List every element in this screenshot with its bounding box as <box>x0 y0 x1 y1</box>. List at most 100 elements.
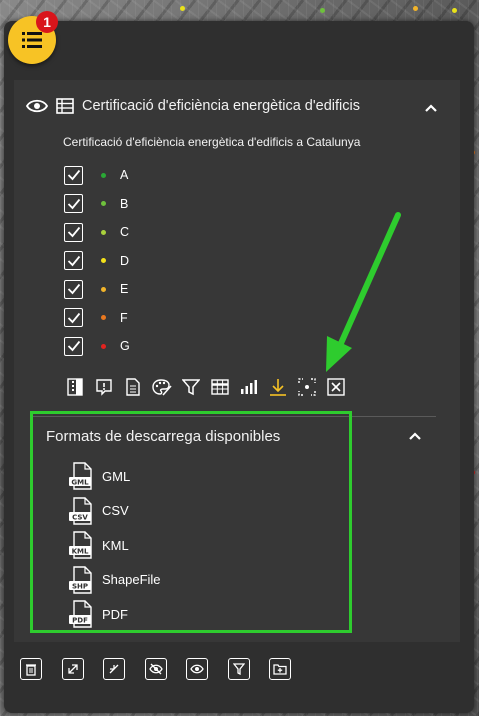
eye-icon <box>190 664 204 674</box>
legend-label: D <box>120 253 130 268</box>
format-name: PDF <box>102 606 128 622</box>
legend-checkbox[interactable] <box>64 308 83 327</box>
legend-color-dot <box>101 343 106 349</box>
legend-label: F <box>120 310 128 325</box>
visibility-eye-icon[interactable] <box>26 98 48 114</box>
delete-all-button[interactable] <box>20 658 42 680</box>
filter-icon <box>232 663 245 675</box>
legend-checkbox[interactable] <box>64 165 83 185</box>
file-tag: SHP <box>72 582 88 590</box>
legend-row: A <box>64 163 128 187</box>
hide-all-button[interactable] <box>144 658 167 680</box>
legend-color-dot <box>101 258 106 263</box>
legend-label: B <box>120 196 129 211</box>
show-all-button[interactable] <box>186 658 208 680</box>
file-gml-icon: GML <box>69 462 92 490</box>
chart-button[interactable] <box>234 374 263 400</box>
layer-header: Certificació d'eficiència energètica d'e… <box>26 98 360 114</box>
add-folder-button[interactable] <box>269 658 291 680</box>
legend-row: D <box>64 249 129 273</box>
format-name: CSV <box>102 503 129 518</box>
check-icon <box>67 312 80 323</box>
collapse-icon <box>109 664 119 674</box>
format-name: GML <box>102 468 131 484</box>
zoom-extent-icon <box>297 378 316 396</box>
legend-checkbox[interactable] <box>64 222 83 242</box>
legend-color-dot <box>101 229 106 235</box>
legend-checkbox[interactable] <box>64 251 83 270</box>
table-list-icon[interactable] <box>56 98 74 114</box>
legend-checkbox[interactable] <box>64 194 83 213</box>
file-kml-icon: KML <box>69 531 92 559</box>
legend-row: E <box>64 277 128 301</box>
table-button[interactable] <box>205 374 234 400</box>
download-format-item[interactable]: PDF PDF <box>68 600 128 628</box>
expand-all-button[interactable] <box>61 658 84 680</box>
bottom-toolbar <box>20 658 311 680</box>
file-tag: PDF <box>72 617 88 625</box>
list-icon <box>22 32 42 48</box>
download-format-item[interactable]: CSV CSV <box>68 496 129 525</box>
legend-color-dot <box>101 286 106 292</box>
layer-subtitle: Certificació d'eficiència energètica d'e… <box>63 135 361 149</box>
collapse-downloads-chevron-up-icon[interactable] <box>408 428 422 444</box>
legend-checkbox[interactable] <box>64 336 83 356</box>
document-button[interactable] <box>118 374 147 400</box>
legend-checkbox[interactable] <box>64 279 83 299</box>
file-pdf-icon: PDF <box>69 600 92 628</box>
legend-row: C <box>64 220 129 244</box>
download-format-item[interactable]: SHP ShapeFile <box>68 565 161 594</box>
zoom-extent-button[interactable] <box>292 374 321 400</box>
format-name: ShapeFile <box>102 572 161 587</box>
filter-all-button[interactable] <box>227 658 250 680</box>
file-tag: GML <box>71 479 89 487</box>
layer-toolbar <box>60 374 350 400</box>
download-format-item[interactable]: GML GML <box>68 462 130 490</box>
document-icon <box>125 378 141 396</box>
collapse-all-button[interactable] <box>103 658 125 680</box>
opacity-icon <box>66 378 83 396</box>
trash-icon <box>26 663 36 676</box>
legend-label: C <box>120 225 130 239</box>
download-icon <box>269 378 287 396</box>
folder-add-icon <box>273 664 287 675</box>
collapse-layer-chevron-up-icon[interactable] <box>424 100 438 116</box>
chart-icon <box>240 379 258 395</box>
check-icon <box>67 169 80 181</box>
palette-icon <box>151 378 172 396</box>
legend-color-dot <box>101 201 106 206</box>
format-name: KML <box>102 537 129 553</box>
download-formats-title: Formats de descarrega disponibles <box>46 428 281 445</box>
check-icon <box>67 198 80 209</box>
legend-color-dot <box>101 172 106 178</box>
close-button[interactable] <box>321 374 350 400</box>
map-point[interactable] <box>320 8 325 13</box>
table-icon <box>210 379 229 395</box>
download-format-item[interactable]: KML KML <box>68 531 129 559</box>
info-button[interactable] <box>89 374 118 400</box>
download-button[interactable] <box>263 374 292 400</box>
filter-icon <box>181 378 200 396</box>
close-icon <box>326 378 345 396</box>
legend-label: G <box>120 339 130 353</box>
file-csv-icon: CSV <box>69 496 92 525</box>
legend-label: A <box>120 168 129 182</box>
map-point[interactable] <box>413 6 418 11</box>
file-tag: CSV <box>72 513 88 521</box>
file-shp-icon: SHP <box>69 565 92 594</box>
notification-badge: 1 <box>36 11 58 33</box>
eye-off-icon <box>148 663 163 675</box>
map-point[interactable] <box>452 8 457 13</box>
legend-color-dot <box>101 315 106 320</box>
legend-row: B <box>64 192 128 216</box>
check-icon <box>67 226 80 238</box>
check-icon <box>67 283 80 295</box>
legend-row: F <box>64 306 128 330</box>
palette-button[interactable] <box>147 374 176 400</box>
filter-button[interactable] <box>176 374 205 400</box>
map-point[interactable] <box>180 6 185 11</box>
opacity-button[interactable] <box>60 374 89 400</box>
legend-row: G <box>64 334 130 358</box>
expand-icon <box>67 664 78 674</box>
layer-title[interactable]: Certificació d'eficiència energètica d'e… <box>82 98 360 114</box>
